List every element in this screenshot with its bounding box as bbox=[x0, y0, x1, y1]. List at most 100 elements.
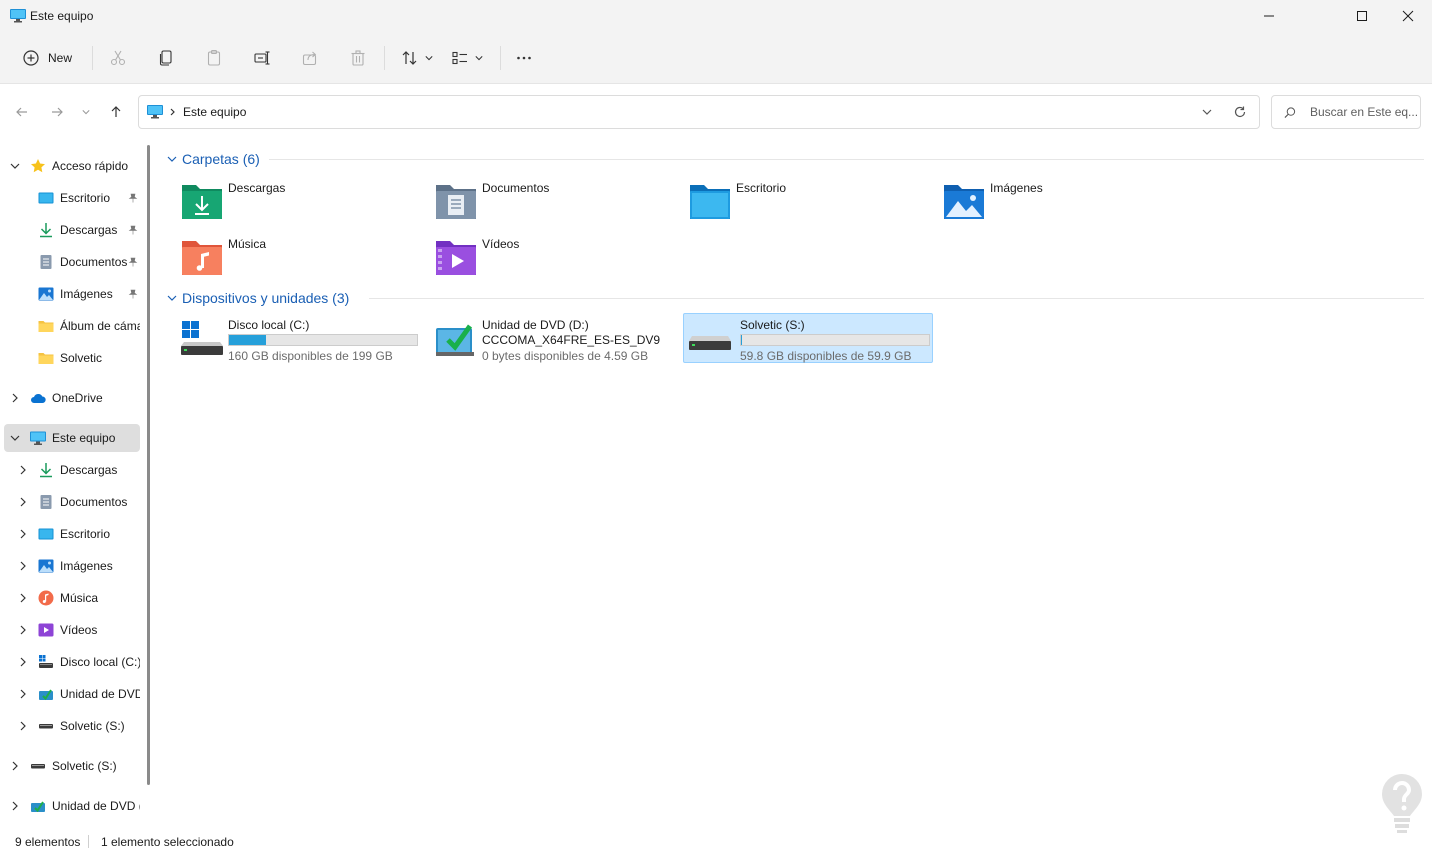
chevron-right-icon[interactable] bbox=[18, 689, 28, 699]
folder-name: Vídeos bbox=[482, 237, 520, 251]
chevron-right-icon[interactable] bbox=[18, 529, 28, 539]
drive-tile-s[interactable]: Solvetic (S:) 59.8 GB disponibles de 59.… bbox=[683, 313, 933, 363]
back-button[interactable] bbox=[10, 102, 34, 122]
nav-this-pc[interactable]: Este equipo bbox=[4, 424, 140, 452]
pin-icon[interactable] bbox=[128, 257, 138, 267]
pictures-folder-icon bbox=[944, 185, 984, 219]
more-icon bbox=[517, 56, 531, 60]
drive-usage-bar bbox=[228, 334, 418, 346]
nav-label: Unidad de DVD (D:) bbox=[60, 687, 140, 701]
drive-tile-d[interactable]: Unidad de DVD (D:) CCCOMA_X64FRE_ES-ES_D… bbox=[433, 313, 683, 363]
more-options-button[interactable] bbox=[512, 44, 536, 72]
nav-label: Solvetic bbox=[60, 351, 103, 365]
nav-quick-imagenes[interactable]: Imágenes bbox=[4, 280, 140, 308]
nav-quick-album-camara[interactable]: Álbum de cámara bbox=[4, 312, 140, 340]
nav-quick-escritorio[interactable]: Escritorio bbox=[4, 184, 140, 212]
search-input[interactable] bbox=[1310, 105, 1420, 119]
nav-label: Imágenes bbox=[60, 559, 113, 573]
share-button[interactable] bbox=[298, 44, 322, 72]
cut-button[interactable] bbox=[106, 44, 130, 72]
nav-onedrive[interactable]: OneDrive bbox=[4, 384, 140, 412]
nav-solvetic-root[interactable]: Solvetic (S:) bbox=[4, 752, 140, 780]
nav-quick-access[interactable]: Acceso rápido bbox=[4, 152, 140, 180]
pictures-icon bbox=[38, 286, 54, 302]
desktop-icon bbox=[38, 526, 54, 542]
sort-button[interactable] bbox=[398, 44, 436, 72]
chevron-right-icon[interactable] bbox=[18, 497, 28, 507]
new-button[interactable]: New bbox=[22, 44, 82, 72]
folder-name: Escritorio bbox=[736, 181, 787, 195]
nav-quick-solvetic[interactable]: Solvetic bbox=[4, 344, 140, 372]
breadcrumb[interactable]: Este equipo bbox=[183, 105, 246, 119]
address-bar[interactable]: Este equipo bbox=[138, 95, 1260, 129]
nav-pc-descargas[interactable]: Descargas bbox=[4, 456, 140, 484]
close-button[interactable] bbox=[1385, 0, 1431, 32]
navigation-scrollbar[interactable] bbox=[147, 145, 150, 785]
drive-free-space: 160 GB disponibles de 199 GB bbox=[228, 349, 393, 363]
folder-tile-descargas[interactable]: Descargas bbox=[179, 176, 429, 226]
chevron-down-icon[interactable] bbox=[10, 433, 20, 443]
pin-icon[interactable] bbox=[128, 193, 138, 203]
delete-button[interactable] bbox=[346, 44, 370, 72]
group-title: Dispositivos y unidades (3) bbox=[182, 290, 350, 306]
chevron-right-icon[interactable] bbox=[18, 465, 28, 475]
nav-quick-documentos[interactable]: Documentos bbox=[4, 248, 140, 276]
item-count: 9 elementos bbox=[15, 834, 81, 849]
drive-free-space: 0 bytes disponibles de 4.59 GB bbox=[482, 349, 649, 363]
drive-usage-bar bbox=[740, 334, 930, 346]
minimize-button[interactable] bbox=[1246, 0, 1292, 32]
pin-icon[interactable] bbox=[128, 289, 138, 299]
dvd-drive-icon bbox=[436, 324, 474, 356]
nav-label: Álbum de cámara bbox=[60, 319, 140, 333]
chevron-right-icon[interactable] bbox=[10, 761, 20, 771]
chevron-right-icon[interactable] bbox=[10, 393, 20, 403]
paste-button[interactable] bbox=[202, 44, 226, 72]
folder-tile-documentos[interactable]: Documentos bbox=[433, 176, 683, 226]
drive-name: Solvetic (S:) bbox=[740, 318, 805, 332]
nav-pc-musica[interactable]: Música bbox=[4, 584, 140, 612]
arrow-up-icon bbox=[111, 106, 121, 117]
forward-button[interactable] bbox=[45, 102, 69, 122]
folder-tile-musica[interactable]: Música bbox=[179, 232, 429, 282]
chevron-right-icon[interactable] bbox=[18, 625, 28, 635]
folder-tile-escritorio[interactable]: Escritorio bbox=[687, 176, 937, 226]
copy-button[interactable] bbox=[154, 44, 178, 72]
chevron-down-icon[interactable] bbox=[10, 161, 20, 171]
arrow-left-icon bbox=[16, 107, 27, 117]
nav-pc-documentos[interactable]: Documentos bbox=[4, 488, 140, 516]
minimize-icon bbox=[1264, 15, 1274, 17]
nav-pc-imagenes[interactable]: Imágenes bbox=[4, 552, 140, 580]
toolbar-divider bbox=[500, 46, 501, 70]
nav-pc-videos[interactable]: Vídeos bbox=[4, 616, 140, 644]
chevron-right-icon[interactable] bbox=[18, 657, 28, 667]
chevron-down-icon bbox=[167, 156, 177, 162]
folder-tile-imagenes[interactable]: Imágenes bbox=[941, 176, 1191, 226]
rename-button[interactable] bbox=[250, 44, 274, 72]
up-button[interactable] bbox=[104, 102, 128, 122]
nav-quick-descargas[interactable]: Descargas bbox=[4, 216, 140, 244]
drive-tile-c[interactable]: Disco local (C:) 160 GB disponibles de 1… bbox=[179, 313, 429, 363]
nav-pc-escritorio[interactable]: Escritorio bbox=[4, 520, 140, 548]
chevron-right-icon[interactable] bbox=[10, 801, 20, 811]
recent-locations-button[interactable] bbox=[78, 102, 94, 122]
group-header-devices[interactable]: Dispositivos y unidades (3) bbox=[167, 288, 349, 308]
nav-pc-disco-c[interactable]: Disco local (C:) bbox=[4, 648, 140, 676]
address-history-dropdown-icon[interactable] bbox=[1201, 106, 1213, 118]
trash-icon bbox=[351, 50, 365, 66]
chevron-right-icon[interactable] bbox=[18, 561, 28, 571]
nav-dvd-root[interactable]: Unidad de DVD (D:) bbox=[4, 792, 140, 820]
nav-pc-solvetic-s[interactable]: Solvetic (S:) bbox=[4, 712, 140, 740]
download-icon bbox=[38, 222, 54, 238]
maximize-button[interactable] bbox=[1339, 0, 1385, 32]
chevron-down-icon bbox=[475, 56, 483, 61]
folder-tile-videos[interactable]: Vídeos bbox=[433, 232, 683, 282]
pin-icon[interactable] bbox=[128, 225, 138, 235]
search-box[interactable] bbox=[1271, 95, 1421, 129]
nav-pc-dvd-d[interactable]: Unidad de DVD (D:) bbox=[4, 680, 140, 708]
chevron-right-icon[interactable] bbox=[18, 593, 28, 603]
usb-drive-icon bbox=[30, 758, 46, 774]
chevron-right-icon[interactable] bbox=[18, 721, 28, 731]
group-header-folders[interactable]: Carpetas (6) bbox=[167, 149, 260, 169]
view-button[interactable] bbox=[448, 44, 486, 72]
refresh-icon[interactable] bbox=[1233, 105, 1247, 119]
